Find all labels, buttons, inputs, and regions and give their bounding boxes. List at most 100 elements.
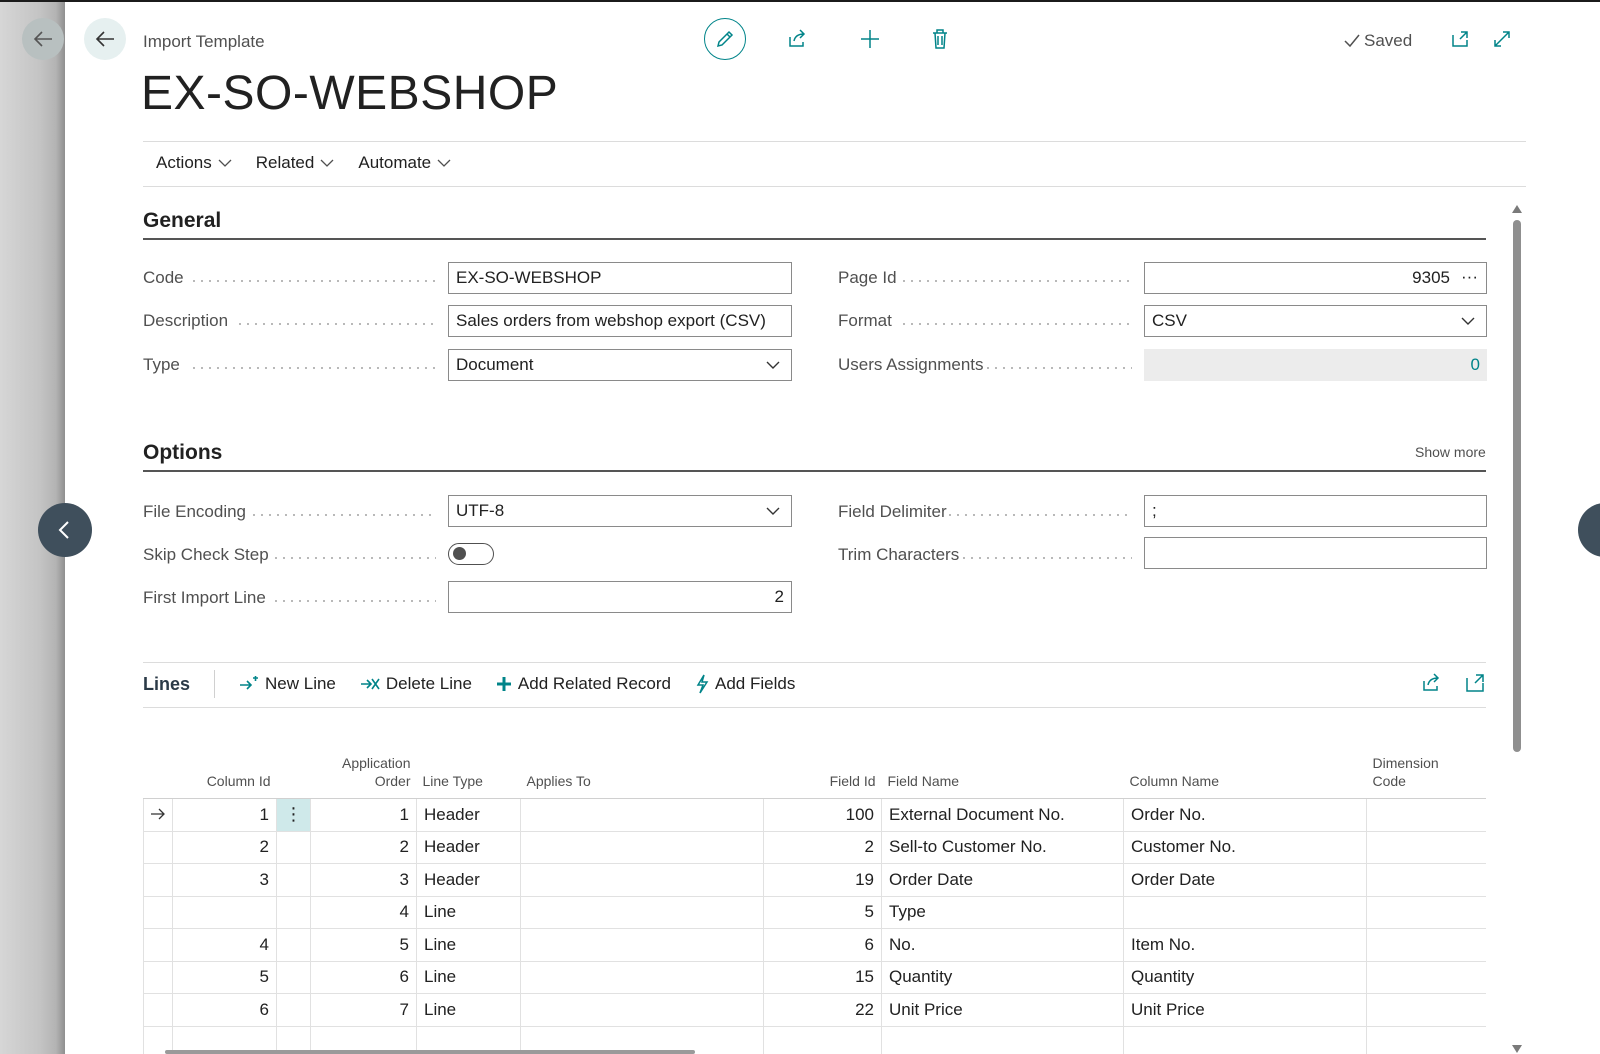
cell-column-name[interactable]: Item No. [1123,928,1367,962]
cell-field-id[interactable]: 5 [763,895,882,929]
row-menu-button[interactable] [276,895,311,929]
cell-field-name[interactable] [881,1025,1124,1054]
format-select[interactable]: CSV [1144,305,1487,337]
cell-dimension-code[interactable] [1366,895,1486,929]
cell-dimension-code[interactable] [1366,863,1486,897]
menu-automate[interactable]: Automate [358,153,451,173]
cell-line-type[interactable]: Line [416,928,521,962]
description-field[interactable]: Sales orders from webshop export (CSV) [448,305,792,337]
first-import-line-field[interactable]: 2 [448,581,792,613]
cell-column-name[interactable]: Customer No. [1123,830,1367,864]
add-related-record-button[interactable]: Add Related Record [496,674,671,694]
cell-applies-to[interactable] [520,960,764,994]
show-more-link[interactable]: Show more [1415,444,1486,460]
share-button[interactable] [785,27,809,51]
new-button[interactable] [858,27,882,51]
cell-column-name[interactable] [1123,895,1367,929]
cell-line-type[interactable]: Header [416,863,521,897]
cell-column-id[interactable]: 3 [172,863,277,897]
cell-applies-to[interactable] [520,830,764,864]
cell-line-type[interactable]: Line [416,960,521,994]
header-field-name[interactable]: Field Name [881,710,1124,799]
cell-dimension-code[interactable] [1366,1025,1486,1054]
horizontal-scrollbar-thumb[interactable] [165,1050,695,1054]
previous-record-button[interactable] [38,503,92,557]
cell-field-name[interactable]: Sell-to Customer No. [881,830,1124,864]
cell-dimension-code[interactable] [1366,830,1486,864]
cell-application-order[interactable]: 5 [310,928,417,962]
cell-applies-to[interactable] [520,895,764,929]
options-section-title[interactable]: Options [143,441,222,465]
cell-application-order[interactable]: 4 [310,895,417,929]
table-row[interactable]: 6 7 Line 22 Unit Price Unit Price [143,993,1486,1027]
open-new-window-button[interactable] [1448,27,1472,51]
cell-column-name[interactable] [1123,1025,1367,1054]
header-field-id[interactable]: Field Id [763,710,882,799]
scroll-down-arrow-icon[interactable] [1511,1044,1523,1054]
cell-field-id[interactable]: 100 [763,798,882,832]
cell-column-name[interactable]: Quantity [1123,960,1367,994]
cell-column-id[interactable]: 1 [172,798,277,832]
type-select[interactable]: Document [448,349,792,381]
cell-field-id[interactable]: 19 [763,863,882,897]
lookup-ellipsis-button[interactable]: ··· [1461,267,1478,287]
header-application-order[interactable]: Application Order [310,710,417,799]
open-in-new-window-icon[interactable] [1464,672,1486,694]
file-encoding-select[interactable]: UTF-8 [448,495,792,527]
add-fields-button[interactable]: Add Fields [695,674,795,694]
scroll-up-arrow-icon[interactable] [1511,204,1523,214]
expand-button[interactable] [1490,27,1514,51]
share-icon[interactable] [1420,672,1442,694]
cell-line-type[interactable]: Line [416,993,521,1027]
cell-field-name[interactable]: Quantity [881,960,1124,994]
cell-column-id[interactable]: 5 [172,960,277,994]
cell-field-id[interactable]: 6 [763,928,882,962]
cell-column-id[interactable]: 2 [172,830,277,864]
cell-application-order[interactable]: 3 [310,863,417,897]
table-row[interactable]: 1 ⋮ 1 Header 100 External Document No. Order N… [143,798,1486,832]
cell-dimension-code[interactable] [1366,993,1486,1027]
outer-back-button[interactable] [22,18,64,60]
cell-application-order[interactable]: 2 [310,830,417,864]
back-button[interactable] [84,18,126,60]
skip-check-step-toggle[interactable] [448,543,494,565]
page-id-field[interactable]: 9305 ··· [1144,262,1487,294]
cell-column-name[interactable]: Order No. [1123,798,1367,832]
row-menu-button[interactable] [276,928,311,962]
cell-column-name[interactable]: Unit Price [1123,993,1367,1027]
cell-dimension-code[interactable] [1366,928,1486,962]
vertical-scrollbar-thumb[interactable] [1513,220,1521,752]
header-column-name[interactable]: Column Name [1123,710,1367,799]
menu-actions[interactable]: Actions [156,153,232,173]
row-menu-button[interactable] [276,993,311,1027]
field-delimiter-field[interactable]: ; [1144,495,1487,527]
cell-field-id[interactable]: 22 [763,993,882,1027]
edit-button[interactable] [704,18,746,60]
row-menu-button[interactable]: ⋮ [276,798,311,832]
trim-characters-field[interactable] [1144,537,1487,569]
cell-line-type[interactable]: Header [416,798,521,832]
cell-column-id[interactable]: 4 [172,928,277,962]
table-row[interactable]: 3 3 Header 19 Order Date Order Date [143,863,1486,897]
users-assignments-value[interactable]: 0 [1144,349,1487,381]
header-dimension-code[interactable]: Dimension Code [1366,710,1486,799]
row-menu-button[interactable] [276,960,311,994]
cell-application-order[interactable]: 1 [310,798,417,832]
menu-related[interactable]: Related [256,153,335,173]
cell-line-type[interactable]: Header [416,830,521,864]
cell-field-name[interactable]: External Document No. [881,798,1124,832]
general-section-title[interactable]: General [143,209,221,233]
table-row[interactable]: 4 Line 5 Type [143,895,1486,929]
new-line-button[interactable]: New Line [239,674,336,694]
delete-line-button[interactable]: Delete Line [360,674,472,694]
cell-application-order[interactable]: 7 [310,993,417,1027]
cell-field-name[interactable]: Unit Price [881,993,1124,1027]
cell-line-type[interactable]: Line [416,895,521,929]
cell-field-id[interactable]: 2 [763,830,882,864]
cell-applies-to[interactable] [520,863,764,897]
cell-application-order[interactable]: 6 [310,960,417,994]
cell-applies-to[interactable] [520,798,764,832]
code-field[interactable]: EX-SO-WEBSHOP [448,262,792,294]
next-record-button[interactable] [1578,503,1600,557]
cell-dimension-code[interactable] [1366,798,1486,832]
